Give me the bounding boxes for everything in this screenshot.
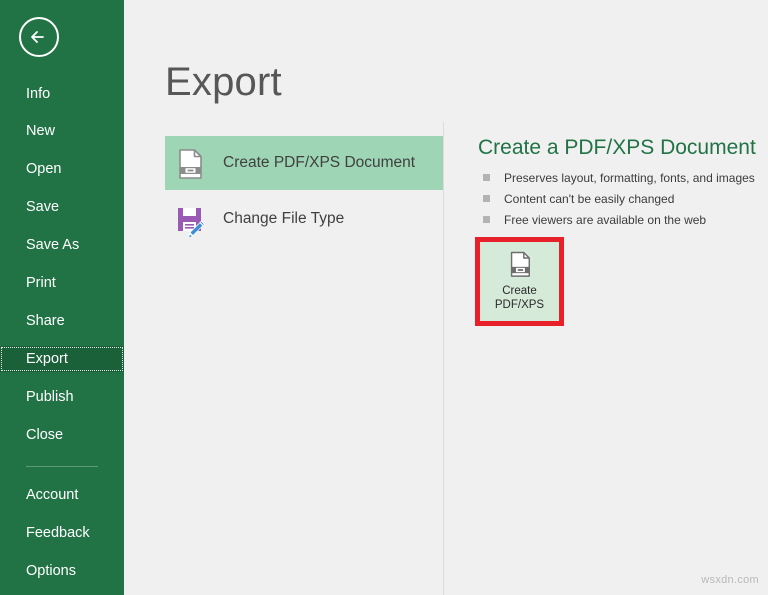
sidebar-item-label: Feedback bbox=[26, 525, 90, 541]
button-label-line2: PDF/XPS bbox=[495, 299, 544, 311]
details-bullet-text: Free viewers are available on the web bbox=[504, 213, 706, 227]
floppy-pencil-icon bbox=[171, 201, 209, 239]
sidebar-divider bbox=[26, 466, 98, 467]
page-title: Export bbox=[165, 60, 282, 105]
sidebar-item-label: Close bbox=[26, 427, 63, 443]
sidebar-item-label: Open bbox=[26, 161, 61, 177]
back-button[interactable] bbox=[19, 17, 59, 57]
bullet-square-icon bbox=[483, 174, 490, 181]
back-arrow-icon bbox=[21, 19, 57, 55]
sidebar-item-label: Info bbox=[26, 86, 50, 102]
pdf-document-icon bbox=[171, 145, 209, 183]
sidebar-item-account[interactable]: Account bbox=[0, 482, 124, 508]
sidebar-item-label: Publish bbox=[26, 389, 74, 405]
sidebar-item-info[interactable]: Info bbox=[0, 81, 124, 107]
sidebar-item-label: Options bbox=[26, 563, 76, 579]
sidebar-item-close[interactable]: Close bbox=[0, 422, 124, 448]
sidebar-item-feedback[interactable]: Feedback bbox=[0, 520, 124, 546]
sidebar-item-new[interactable]: New bbox=[0, 118, 124, 144]
create-pdf-xps-button[interactable]: Create PDF/XPS bbox=[480, 242, 559, 321]
sidebar-item-label: Print bbox=[26, 275, 56, 291]
export-option-label: Change File Type bbox=[223, 192, 344, 246]
sidebar-item-label: Export bbox=[26, 351, 68, 367]
pdf-document-icon bbox=[504, 250, 536, 282]
sidebar-item-label: Save bbox=[26, 199, 59, 215]
sidebar-item-print[interactable]: Print bbox=[0, 270, 124, 296]
bullet-square-icon bbox=[483, 195, 490, 202]
sidebar-item-save[interactable]: Save bbox=[0, 194, 124, 220]
panel-divider bbox=[443, 122, 444, 595]
backstage-sidebar: Info New Open Save Save As Print Share E… bbox=[0, 0, 124, 595]
sidebar-item-label: Account bbox=[26, 487, 78, 503]
details-bullet-text: Content can't be easily changed bbox=[504, 192, 674, 206]
sidebar-item-label: New bbox=[26, 123, 55, 139]
sidebar-item-export[interactable]: Export bbox=[0, 346, 124, 372]
export-option-change-file-type[interactable]: Change File Type bbox=[165, 192, 443, 246]
export-option-label: Create PDF/XPS Document bbox=[223, 136, 415, 190]
details-bullet-text: Preserves layout, formatting, fonts, and… bbox=[504, 171, 755, 185]
create-pdf-xps-button-label: Create PDF/XPS bbox=[480, 284, 559, 312]
sidebar-item-label: Share bbox=[26, 313, 65, 329]
sidebar-item-save-as[interactable]: Save As bbox=[0, 232, 124, 258]
details-bullet: Preserves layout, formatting, fonts, and… bbox=[483, 171, 755, 185]
details-bullet: Free viewers are available on the web bbox=[483, 213, 706, 227]
sidebar-item-label: Save As bbox=[26, 237, 79, 253]
details-bullet: Content can't be easily changed bbox=[483, 192, 674, 206]
sidebar-item-publish[interactable]: Publish bbox=[0, 384, 124, 410]
watermark: wsxdn.com bbox=[701, 574, 759, 586]
export-option-create-pdf-xps[interactable]: Create PDF/XPS Document bbox=[165, 136, 443, 190]
button-label-line1: Create bbox=[502, 285, 537, 297]
details-heading: Create a PDF/XPS Document bbox=[478, 136, 756, 160]
bullet-square-icon bbox=[483, 216, 490, 223]
sidebar-item-share[interactable]: Share bbox=[0, 308, 124, 334]
sidebar-item-options[interactable]: Options bbox=[0, 558, 124, 584]
sidebar-item-open[interactable]: Open bbox=[0, 156, 124, 182]
